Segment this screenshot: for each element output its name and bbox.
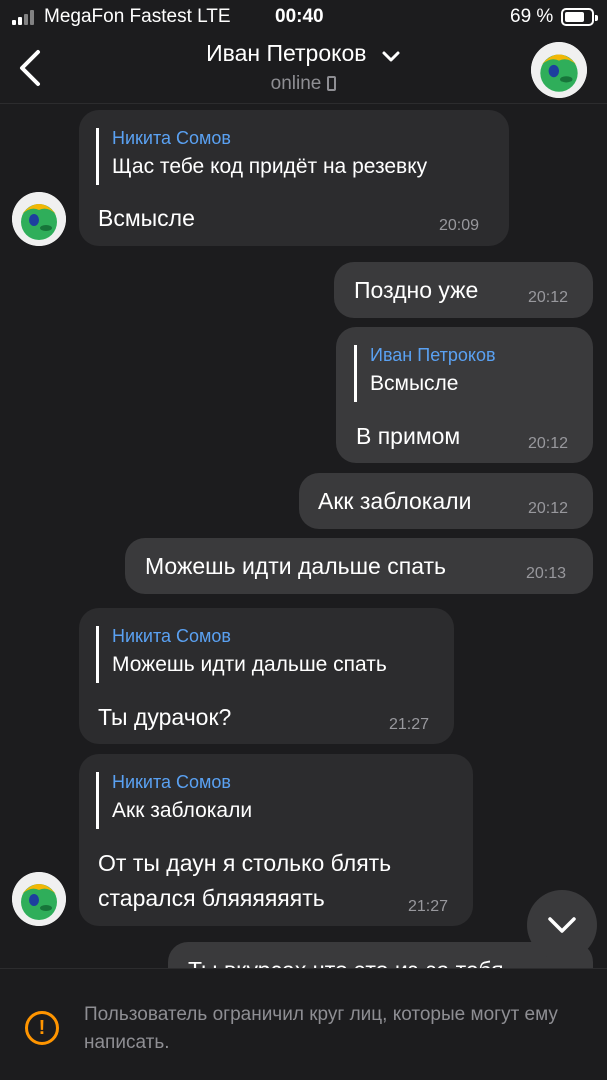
warning-icon: ! <box>25 1011 59 1045</box>
quote-text: Щас тебе код придёт на резевку <box>112 155 428 178</box>
message-time: 20:09 <box>439 217 480 234</box>
reply-quote[interactable]: Никита Сомов Можешь идти дальше спать <box>96 626 387 683</box>
message-time: 20:12 <box>528 435 569 452</box>
online-status: online <box>270 73 322 94</box>
quote-text: Можешь идти дальше спать <box>112 653 387 676</box>
quote-author: Никита Сомов <box>112 626 231 646</box>
message-text: В примом <box>356 423 461 449</box>
chevron-down-icon <box>548 917 576 933</box>
avatar[interactable] <box>12 192 66 246</box>
message-bubble[interactable]: Никита Сомов Акк заблокали От ты даун я … <box>79 754 473 926</box>
chevron-down-icon <box>382 51 400 62</box>
reply-quote[interactable]: Иван Петроков Всмысле <box>354 345 496 402</box>
message-time: 20:13 <box>526 565 567 582</box>
phone-icon <box>327 76 337 91</box>
quote-author: Никита Сомов <box>112 772 231 792</box>
signal-icon <box>12 9 38 25</box>
message-bubble[interactable]: Акк заблокали 20:12 <box>299 473 593 529</box>
status-bar: MegaFon Fastest LTE 00:40 69 % <box>0 0 607 34</box>
reply-quote[interactable]: Никита Сомов Щас тебе код придёт на резе… <box>96 128 427 185</box>
quote-author: Иван Петроков <box>370 345 496 365</box>
message-text: Можешь идти дальше спать <box>145 553 446 579</box>
message-time: 20:12 <box>528 500 569 517</box>
chat-title: Иван Петроков <box>206 40 367 66</box>
battery-percent: 69 % <box>510 6 554 27</box>
message-bubble[interactable]: Поздно уже 20:12 <box>334 262 593 318</box>
message-text: От ты даун я столько блять старался бляя… <box>98 850 392 911</box>
message-time: 21:27 <box>408 898 449 915</box>
message-text: Ты дурачок? <box>98 704 232 730</box>
chat-header: Иван Петроков online <box>0 34 607 104</box>
clock: 00:40 <box>275 6 324 27</box>
restriction-banner: ! Пользователь ограничил круг лиц, котор… <box>0 968 607 1080</box>
quote-author: Никита Сомов <box>112 128 231 148</box>
avatar[interactable] <box>12 872 66 926</box>
restriction-text: Пользователь ограничил круг лиц, которые… <box>84 1004 558 1053</box>
chevron-left-icon[interactable] <box>14 46 48 90</box>
message-text: Всмысле <box>98 205 195 231</box>
message-time: 20:12 <box>528 289 569 306</box>
message-bubble[interactable]: Никита Сомов Можешь идти дальше спать Ты… <box>79 608 454 744</box>
scroll-to-bottom-button[interactable] <box>527 890 597 960</box>
avatar[interactable] <box>531 42 587 98</box>
reply-quote[interactable]: Никита Сомов Акк заблокали <box>96 772 252 829</box>
quote-text: Всмысле <box>370 372 459 395</box>
message-text: Поздно уже <box>354 277 479 303</box>
message-bubble[interactable]: Можешь идти дальше спать 20:13 <box>125 538 593 594</box>
message-time: 21:27 <box>389 716 430 733</box>
carrier-label: MegaFon Fastest LTE <box>44 6 231 27</box>
quote-text: Акк заблокали <box>112 799 253 822</box>
chat-title-area[interactable]: Иван Петроков online <box>150 40 457 95</box>
message-bubble[interactable]: Никита Сомов Щас тебе код придёт на резе… <box>79 110 509 246</box>
message-bubble[interactable]: Иван Петроков Всмысле В примом 20:12 <box>336 327 593 463</box>
message-text: Акк заблокали <box>318 488 472 514</box>
battery-icon <box>561 8 598 26</box>
